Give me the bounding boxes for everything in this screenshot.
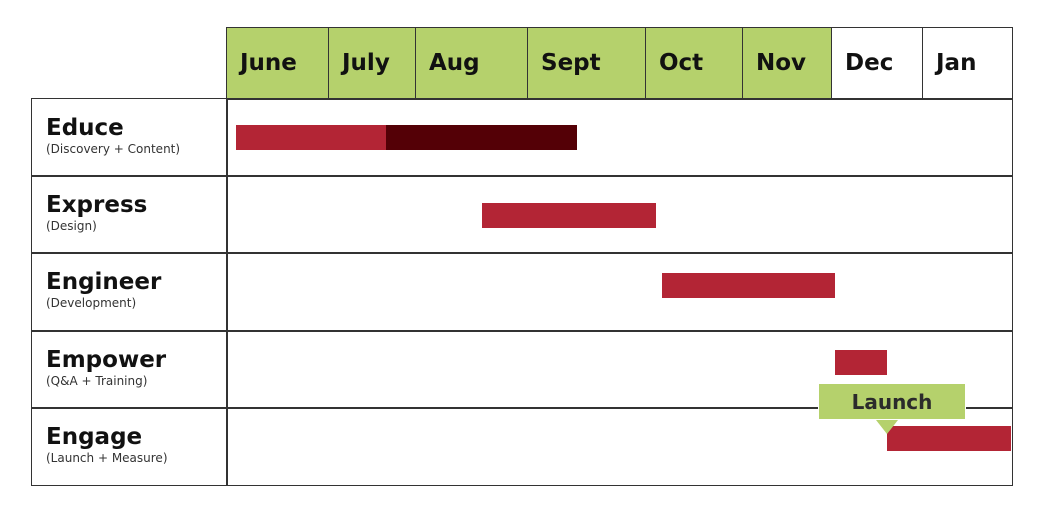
- month-header: Dec: [831, 27, 924, 100]
- phase-name: Express: [46, 192, 148, 218]
- phase-label: Educe (Discovery + Content): [31, 98, 228, 177]
- phase-name: Engineer: [46, 269, 162, 295]
- phase-name: Educe: [46, 115, 124, 141]
- month-header: Jan: [922, 27, 1013, 100]
- milestone-arrow-icon: [876, 420, 899, 434]
- month-header: Nov: [742, 27, 833, 100]
- month-header: July: [328, 27, 417, 100]
- month-header: June: [226, 27, 330, 100]
- month-header: Sept: [527, 27, 647, 100]
- phase-label: Engineer (Development): [31, 252, 228, 332]
- phase-subtitle: (Discovery + Content): [46, 142, 181, 156]
- timeline-row: [226, 252, 1013, 332]
- phase-label: Empower (Q&A + Training): [31, 330, 228, 409]
- gantt-bar: [662, 273, 835, 298]
- gantt-bar: [236, 125, 387, 150]
- launch-milestone-callout: Launch: [818, 383, 966, 420]
- phase-subtitle: (Development): [46, 296, 137, 310]
- phase-name: Empower: [46, 347, 167, 373]
- gantt-bar: [482, 203, 656, 228]
- phase-subtitle: (Design): [46, 219, 97, 233]
- gantt-bar: [887, 426, 1011, 451]
- phase-subtitle: (Launch + Measure): [46, 451, 168, 465]
- month-header: Oct: [645, 27, 744, 100]
- gantt-bar: [834, 350, 888, 375]
- gantt-bar: [386, 125, 577, 150]
- phase-label: Express (Design): [31, 175, 228, 254]
- phase-label: Engage (Launch + Measure): [31, 407, 228, 486]
- phase-name: Engage: [46, 424, 143, 450]
- phase-subtitle: (Q&A + Training): [46, 374, 148, 388]
- month-header: Aug: [415, 27, 529, 100]
